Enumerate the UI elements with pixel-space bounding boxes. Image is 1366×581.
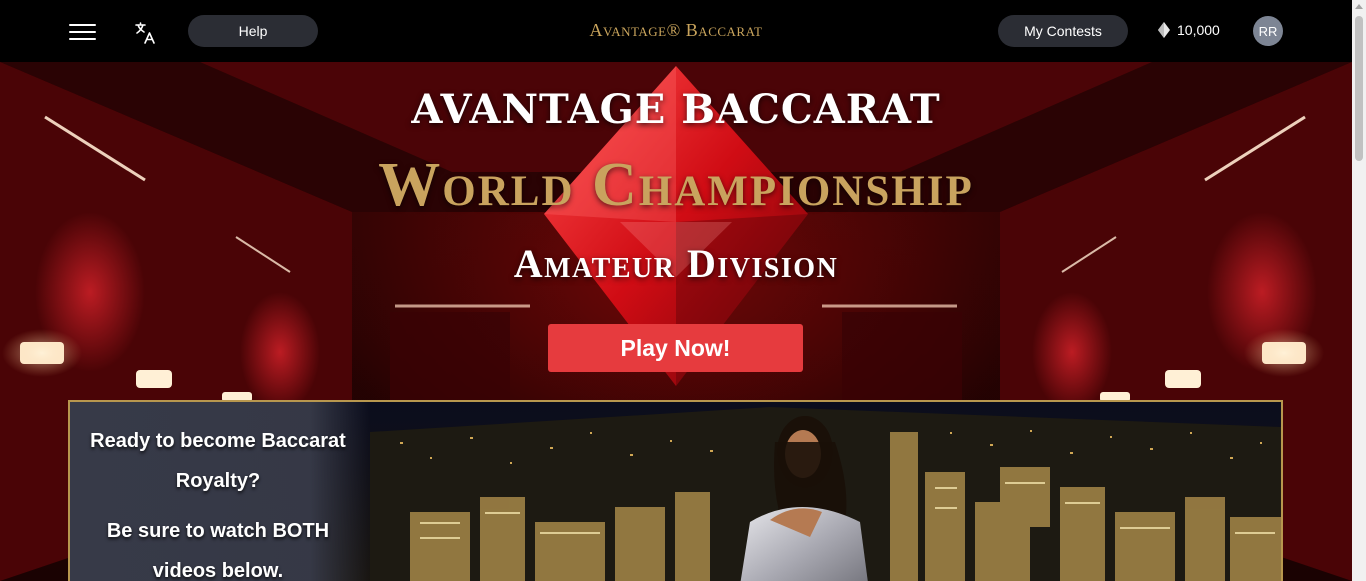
promo-line-1: Ready to become Baccarat	[90, 430, 346, 452]
hero-title-line-1: AVANTAGE BACCARAT	[411, 86, 941, 133]
brand-logo-text[interactable]: Avantage® Baccarat	[0, 20, 1352, 41]
my-contests-button[interactable]: My Contests	[998, 15, 1128, 47]
hero-title-line-3: Amateur Division	[513, 241, 839, 286]
balance-value: 10,000	[1177, 22, 1220, 38]
top-navigation-bar: Help Avantage® Baccarat My Contests 10,0…	[0, 0, 1352, 62]
promo-line-3: Be sure to watch BOTH	[106, 520, 330, 542]
balance-display: 10,000	[1158, 20, 1220, 40]
hero-title-line-2: World Championship	[378, 151, 974, 219]
user-avatar[interactable]: RR	[1253, 16, 1283, 46]
page-scrollbar[interactable]	[1352, 0, 1366, 581]
scrollbar-thumb[interactable]	[1355, 16, 1363, 161]
promo-line-2: Royalty?	[175, 470, 261, 492]
diamond-icon	[1158, 22, 1170, 38]
scroll-up-arrow-icon[interactable]	[1355, 4, 1363, 9]
hero-banner: AVANTAGE BACCARAT World Championship Ama…	[0, 62, 1352, 581]
play-now-button[interactable]: Play Now!	[548, 324, 803, 372]
promo-text-panel: Ready to become Baccarat Royalty? Be sur…	[70, 402, 370, 581]
promo-line-4: videos below.	[152, 560, 284, 581]
promo-card: Ready to become Baccarat Royalty? Be sur…	[68, 400, 1283, 581]
